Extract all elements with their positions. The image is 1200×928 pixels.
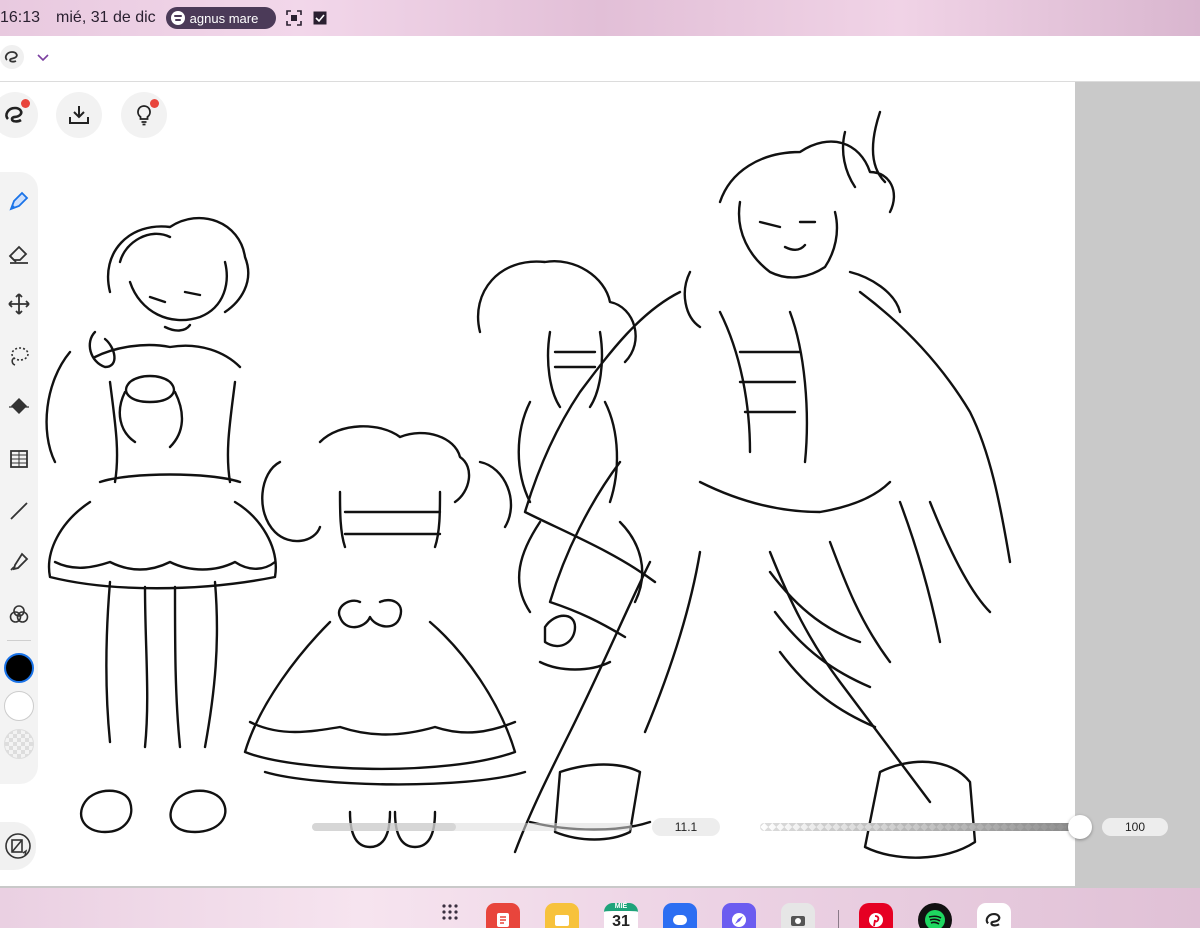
app-header bbox=[0, 36, 1200, 82]
status-bar: 16:13 mié, 31 de dic agnus mare bbox=[0, 0, 328, 36]
clip-studio-app-icon[interactable] bbox=[977, 903, 1011, 928]
opacity-slider-thumb[interactable] bbox=[1068, 815, 1092, 839]
line-tool[interactable] bbox=[4, 496, 34, 526]
drawing-canvas[interactable] bbox=[0, 82, 1075, 886]
primary-color-swatch[interactable] bbox=[4, 653, 34, 684]
brush-size-fill bbox=[312, 823, 456, 831]
status-time: 16:13 bbox=[0, 9, 41, 26]
checkbox-notification-icon[interactable] bbox=[312, 10, 328, 26]
dock-divider bbox=[838, 910, 839, 928]
move-icon bbox=[8, 293, 30, 315]
eraser-icon bbox=[8, 245, 28, 264]
status-date: mié, 31 de dic bbox=[56, 9, 156, 26]
workspace: 11.1 100 bbox=[0, 82, 1200, 888]
transparent-color-swatch[interactable] bbox=[4, 729, 34, 760]
opacity-slider[interactable] bbox=[760, 823, 1082, 831]
transform-tool[interactable] bbox=[4, 444, 34, 474]
camera-app-icon[interactable] bbox=[781, 903, 815, 928]
screenshot-icon[interactable] bbox=[285, 10, 302, 26]
chevron-down-icon[interactable] bbox=[36, 50, 50, 64]
download-tray-icon bbox=[69, 106, 89, 124]
eyedropper-icon bbox=[10, 552, 29, 571]
media-notification[interactable]: agnus mare bbox=[165, 7, 276, 29]
calendar-app-icon[interactable]: MIÉ 31 bbox=[604, 903, 638, 928]
import-button[interactable] bbox=[56, 92, 102, 138]
lasso-tool[interactable] bbox=[4, 341, 34, 371]
notification-badge bbox=[150, 99, 159, 108]
secondary-color-swatch[interactable] bbox=[4, 691, 34, 722]
pen-tool[interactable] bbox=[4, 186, 34, 216]
eraser-tool[interactable] bbox=[4, 238, 34, 268]
taskbar-dock bbox=[0, 888, 1200, 928]
toolbar-divider bbox=[7, 640, 31, 642]
calendar-weekday: MIÉ bbox=[614, 903, 628, 910]
swap-panel-icon bbox=[5, 833, 31, 859]
fill-tool[interactable] bbox=[4, 392, 34, 422]
move-tool[interactable] bbox=[4, 289, 34, 319]
tips-button[interactable] bbox=[121, 92, 167, 138]
tool-panel bbox=[0, 172, 38, 784]
notes-app-icon[interactable] bbox=[486, 903, 520, 928]
app-logo-icon[interactable] bbox=[0, 45, 24, 69]
pen-icon bbox=[9, 191, 29, 211]
calendar-day: 31 bbox=[612, 913, 630, 928]
brush-size-slider[interactable] bbox=[312, 823, 632, 831]
color-wheel-icon bbox=[9, 604, 29, 623]
fill-icon bbox=[9, 398, 29, 415]
line-icon bbox=[10, 501, 28, 520]
sketch-artwork bbox=[45, 110, 1012, 859]
transform-icon bbox=[10, 450, 28, 468]
browser-app-icon[interactable] bbox=[722, 903, 756, 928]
app-drawer-icon[interactable] bbox=[440, 902, 460, 922]
opacity-value[interactable]: 100 bbox=[1102, 818, 1168, 836]
media-title: agnus mare bbox=[189, 10, 259, 26]
files-app-icon[interactable] bbox=[545, 903, 579, 928]
notification-badge bbox=[21, 99, 30, 108]
messages-app-icon[interactable] bbox=[663, 903, 697, 928]
pinterest-app-icon[interactable] bbox=[859, 903, 893, 928]
spotify-icon bbox=[170, 11, 185, 25]
lasso-icon bbox=[11, 346, 29, 366]
eyedropper-tool[interactable] bbox=[4, 547, 34, 577]
brush-size-value[interactable]: 11.1 bbox=[652, 818, 720, 836]
color-wheel-tool[interactable] bbox=[4, 599, 34, 629]
